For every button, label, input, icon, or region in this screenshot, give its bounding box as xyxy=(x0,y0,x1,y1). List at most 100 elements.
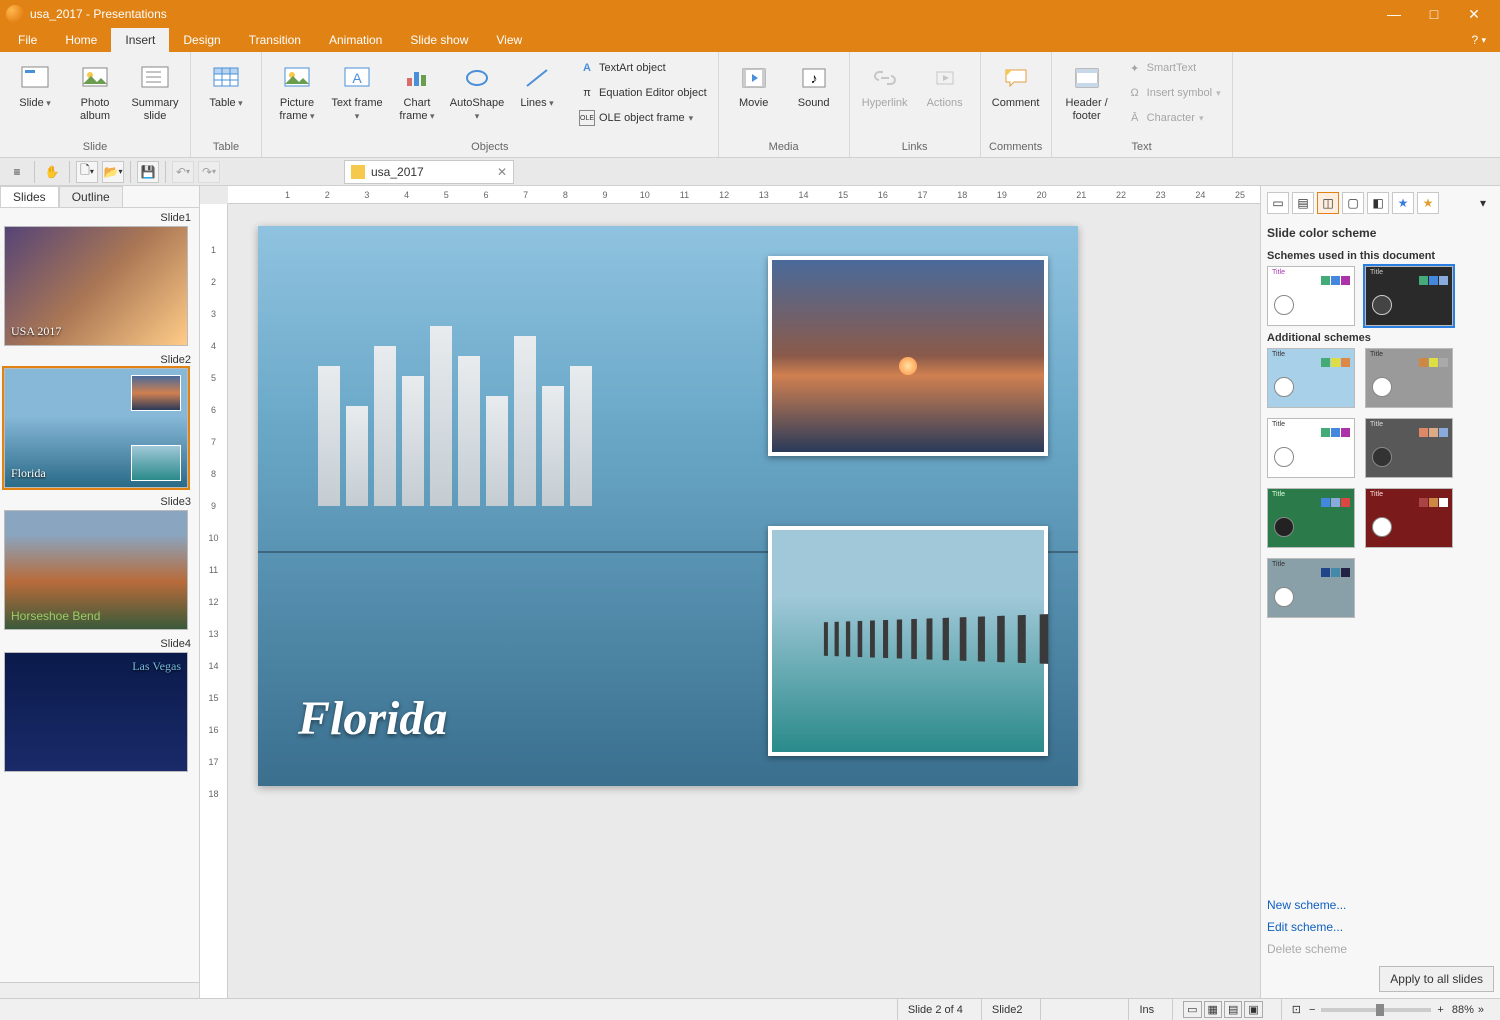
autoshape-button[interactable]: AutoShape xyxy=(448,56,506,134)
rp-view-1[interactable]: ▭ xyxy=(1267,192,1289,214)
help-button[interactable]: ? ▾ xyxy=(1461,28,1496,52)
qa-menu-icon[interactable]: ≡ xyxy=(6,161,28,183)
new-scheme-link[interactable]: New scheme... xyxy=(1267,894,1494,916)
header-footer-button[interactable]: Header / footer xyxy=(1058,56,1116,134)
tab-outline[interactable]: Outline xyxy=(59,186,123,207)
maximize-button[interactable]: □ xyxy=(1414,0,1454,28)
menu-file[interactable]: File xyxy=(4,28,51,52)
slide-thumb-4[interactable]: Slide4 Las Vegas xyxy=(4,638,195,772)
view-mode-1-icon[interactable]: ▭ xyxy=(1183,1001,1201,1018)
scheme-light[interactable]: Title xyxy=(1267,266,1355,326)
slide-panel-scrollbar[interactable] xyxy=(0,982,199,998)
svg-text:A: A xyxy=(352,70,362,86)
scheme-blue[interactable]: Title xyxy=(1267,348,1355,408)
text-frame-button[interactable]: AText frame xyxy=(328,56,386,134)
picture-frame-button[interactable]: Picture frame xyxy=(268,56,326,134)
group-table-label: Table xyxy=(197,139,255,157)
equation-button[interactable]: πEquation Editor object xyxy=(574,81,712,105)
close-button[interactable]: ✕ xyxy=(1454,0,1494,28)
menu-animation[interactable]: Animation xyxy=(315,28,396,52)
zoom-fit-icon[interactable]: ⊡ xyxy=(1292,1003,1301,1016)
menu-transition[interactable]: Transition xyxy=(235,28,315,52)
ribbon: Slide Photo album Summary slide Slide Ta… xyxy=(0,52,1500,158)
textart-icon: A xyxy=(579,60,595,76)
delete-scheme-link: Delete scheme xyxy=(1267,938,1494,960)
tab-slides[interactable]: Slides xyxy=(0,186,59,207)
zoom-in-button[interactable]: + xyxy=(1437,1004,1443,1016)
scheme-white[interactable]: Title xyxy=(1267,418,1355,478)
equation-icon: π xyxy=(579,85,595,101)
inset-photo-bridge[interactable] xyxy=(768,526,1048,756)
scheme-darkgray[interactable]: Title xyxy=(1365,418,1453,478)
rp-view-6[interactable]: ★ xyxy=(1392,192,1414,214)
qa-save-button[interactable]: 💾 xyxy=(137,161,159,183)
table-button[interactable]: Table xyxy=(197,56,255,134)
character-button: ĀCharacter ▾ xyxy=(1122,106,1226,130)
qa-open-button[interactable]: 📂▾ xyxy=(102,161,124,183)
movie-button[interactable]: Movie xyxy=(725,56,783,134)
zoom-slider[interactable] xyxy=(1321,1008,1431,1012)
view-mode-3-icon[interactable]: ▤ xyxy=(1224,1001,1242,1018)
menu-home[interactable]: Home xyxy=(51,28,111,52)
zoom-value: 88% xyxy=(1452,1004,1474,1016)
rp-view-7[interactable]: ★ xyxy=(1417,192,1439,214)
rp-view-4[interactable]: ▢ xyxy=(1342,192,1364,214)
chart-frame-icon xyxy=(401,63,433,93)
slide-canvas[interactable]: Florida xyxy=(248,216,1250,988)
slide-thumb-1[interactable]: Slide1 USA 2017 xyxy=(4,212,195,346)
summary-slide-button[interactable]: Summary slide xyxy=(126,56,184,134)
ole-button[interactable]: OLEOLE object frame ▾ xyxy=(574,106,712,130)
group-objects-label: Objects xyxy=(268,139,712,157)
group-slide-label: Slide xyxy=(6,139,184,157)
view-mode-2-icon[interactable]: ▦ xyxy=(1204,1001,1222,1018)
actions-icon xyxy=(929,63,961,93)
menu-slideshow[interactable]: Slide show xyxy=(396,28,482,52)
textart-button[interactable]: ATextArt object xyxy=(574,56,712,80)
scheme-dark[interactable]: Title xyxy=(1365,266,1453,326)
scheme-gray[interactable]: Title xyxy=(1365,348,1453,408)
menu-view[interactable]: View xyxy=(482,28,536,52)
horizontal-ruler[interactable]: 1234567891011121314151617181920212223242… xyxy=(228,186,1260,204)
view-mode-4-icon[interactable]: ▣ xyxy=(1244,1001,1262,1018)
rp-menu-icon[interactable]: ▾ xyxy=(1472,192,1494,214)
zoom-more-icon[interactable]: » xyxy=(1478,1004,1484,1016)
scheme-red[interactable]: Title xyxy=(1365,488,1453,548)
slide-content[interactable]: Florida xyxy=(258,226,1078,786)
group-media-label: Media xyxy=(725,139,843,157)
sound-button[interactable]: ♪Sound xyxy=(785,56,843,134)
minimize-button[interactable]: — xyxy=(1374,0,1414,28)
qa-new-button[interactable]: 🗋▾ xyxy=(76,161,98,183)
photo-album-button[interactable]: Photo album xyxy=(66,56,124,134)
document-tab[interactable]: usa_2017 ✕ xyxy=(344,160,514,184)
group-links-label: Links xyxy=(856,139,974,157)
slide-thumb-2[interactable]: Slide2 Florida xyxy=(4,354,195,488)
rp-sub-additional: Additional schemes xyxy=(1267,332,1494,344)
scheme-slate[interactable]: Title xyxy=(1267,558,1355,618)
slide-button[interactable]: Slide xyxy=(6,56,64,134)
menu-design[interactable]: Design xyxy=(169,28,234,52)
apply-to-all-button[interactable]: Apply to all slides xyxy=(1379,966,1494,992)
editor-area: 1234567891011121314151617181920212223242… xyxy=(200,186,1260,998)
group-comments-label: Comments xyxy=(987,139,1045,157)
rp-view-5[interactable]: ◧ xyxy=(1367,192,1389,214)
rp-view-schemes[interactable]: ◫ xyxy=(1317,192,1339,214)
vertical-ruler[interactable]: 123456789101112131415161718 xyxy=(200,204,228,998)
qa-hand-icon[interactable]: ✋ xyxy=(41,161,63,183)
slide-title[interactable]: Florida xyxy=(298,691,447,746)
zoom-out-button[interactable]: − xyxy=(1309,1004,1315,1016)
rp-view-2[interactable]: ▤ xyxy=(1292,192,1314,214)
lines-button[interactable]: Lines xyxy=(508,56,566,134)
smarttext-button: ✦SmartText xyxy=(1122,56,1226,80)
chart-frame-button[interactable]: Chart frame xyxy=(388,56,446,134)
comment-button[interactable]: Comment xyxy=(987,56,1045,134)
symbol-icon: Ω xyxy=(1127,85,1143,101)
quick-access-bar: ≡ ✋ 🗋▾ 📂▾ 💾 ↶▾ ↷▾ usa_2017 ✕ xyxy=(0,158,1500,186)
hyperlink-button: Hyperlink xyxy=(856,56,914,134)
menu-insert[interactable]: Insert xyxy=(111,28,169,52)
scheme-green[interactable]: Title xyxy=(1267,488,1355,548)
document-close-icon[interactable]: ✕ xyxy=(497,165,507,179)
edit-scheme-link[interactable]: Edit scheme... xyxy=(1267,916,1494,938)
slide-thumb-3[interactable]: Slide3 Horseshoe Bend xyxy=(4,496,195,630)
inset-photo-sunset[interactable] xyxy=(768,256,1048,456)
qa-redo-button: ↷▾ xyxy=(198,161,220,183)
